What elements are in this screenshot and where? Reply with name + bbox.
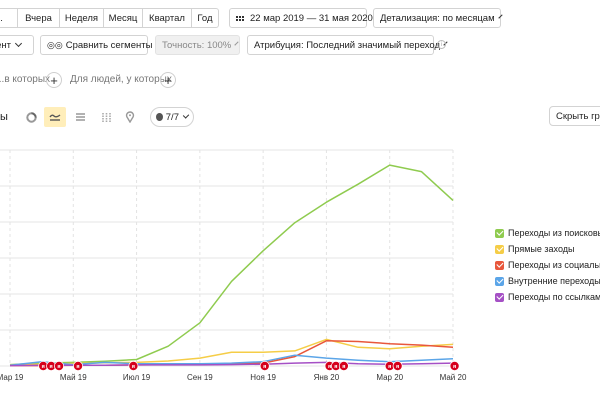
legend-checkbox[interactable]	[495, 260, 504, 270]
annotation-marker-label: я	[342, 364, 345, 370]
annotation-marker-label: я	[132, 364, 135, 370]
annotation-marker-label: я	[263, 364, 266, 370]
annotation-marker-label: я	[50, 364, 53, 370]
legend-item[interactable]: Переходы из поисковых	[495, 228, 600, 238]
period-month-button[interactable]: Месяц	[103, 8, 143, 28]
line-chart-icon[interactable]	[44, 107, 66, 127]
legend-item[interactable]: Переходы по ссылкам н	[495, 292, 600, 302]
date-range-label: 22 мар 2019 — 31 мая 2020	[250, 12, 373, 24]
map-pin-icon[interactable]	[120, 108, 140, 126]
attribution-dropdown[interactable]: Атрибуция: Последний значимый переход	[247, 35, 448, 55]
add-people-filter-button[interactable]: +	[160, 72, 176, 88]
legend-checkbox[interactable]	[495, 292, 504, 302]
chart-section-title: ы	[0, 111, 8, 123]
period-yesterday-button[interactable]: Вчера	[17, 8, 60, 28]
filter-visits-label: ...в которых	[0, 74, 51, 85]
hide-chart-button[interactable]: Скрыть гра...	[549, 106, 600, 126]
annotation-marker-label: я	[396, 364, 399, 370]
x-tick-label: Ноя 19	[250, 373, 276, 382]
legend-checkbox[interactable]	[495, 276, 504, 286]
annotation-marker-label: я	[42, 364, 45, 370]
legend-label: Внутренние переходы	[508, 276, 600, 286]
annotation-marker-label: я	[57, 364, 60, 370]
x-tick-label: Май 20	[440, 373, 467, 382]
date-range-button[interactable]: 22 мар 2019 — 31 мая 2020	[229, 8, 373, 28]
pie-chart-icon[interactable]	[21, 108, 41, 126]
period-today-button[interactable]: ...	[0, 8, 18, 28]
detail-label: Детализация: по месяцам	[380, 12, 495, 24]
compare-label: Сравнить сегменты	[65, 39, 153, 51]
series-line-1	[9, 164, 454, 366]
legend-label: Переходы из поисковых	[508, 228, 600, 238]
annotation-marker-label: я	[388, 364, 391, 370]
annotation-marker-label: я	[334, 364, 337, 370]
filter-people-label: Для людей, у которых	[70, 74, 172, 85]
compare-segments-dropdown[interactable]: ◎◎ Сравнить сегменты	[40, 35, 161, 55]
calendar-icon	[236, 15, 244, 21]
x-tick-label: Май 19	[60, 373, 87, 382]
legend-checkbox[interactable]	[495, 228, 504, 238]
annotation-marker-label: я	[328, 364, 331, 370]
period-year-button[interactable]: Год	[191, 8, 219, 28]
attribution-label: Атрибуция: Последний значимый переход	[254, 39, 441, 51]
stacked-chart-icon[interactable]	[70, 108, 90, 126]
chevron-down-icon	[234, 41, 239, 46]
legend-item[interactable]: Внутренние переходы	[495, 276, 600, 286]
legend-item[interactable]: Прямые заходы	[495, 244, 574, 254]
x-tick-label: Мар 19	[0, 373, 24, 382]
annotation-marker-label: я	[453, 364, 456, 370]
detail-dropdown[interactable]: Детализация: по месяцам	[373, 8, 503, 28]
annotation-marker-label: я	[76, 364, 79, 370]
x-tick-label: Сен 19	[187, 373, 213, 382]
segment-dropdown[interactable]: Сегмент	[0, 35, 34, 55]
legend-checkbox[interactable]	[495, 244, 504, 254]
accuracy-label: Точность: 100%	[162, 39, 232, 51]
add-visits-filter-button[interactable]: +	[46, 72, 62, 88]
info-icon[interactable]: i	[437, 40, 446, 49]
hide-chart-label: Скрыть гра...	[556, 110, 600, 122]
x-tick-label: Мар 20	[376, 373, 403, 382]
chevron-down-icon	[498, 14, 503, 19]
legend-label: Прямые заходы	[508, 244, 575, 254]
legend-label: Переходы по ссылкам н	[508, 292, 600, 302]
legend-item[interactable]: Переходы из социальн	[495, 260, 600, 270]
legend-label: Переходы из социальн	[508, 260, 600, 270]
chevron-down-icon	[14, 39, 23, 48]
comments-count: 7/7	[165, 111, 179, 123]
comments-dropdown[interactable]: 7/7	[150, 107, 194, 127]
bar-chart-icon[interactable]	[96, 108, 116, 126]
period-week-button[interactable]: Неделя	[59, 8, 104, 28]
x-tick-label: Июл 19	[123, 373, 151, 382]
period-quarter-button[interactable]: Квартал	[142, 8, 192, 28]
compare-icon: ◎◎	[47, 39, 63, 50]
chevron-down-icon	[182, 112, 190, 119]
x-tick-label: Янв 20	[314, 373, 340, 382]
comment-icon	[156, 113, 163, 121]
segment-label: Сегмент	[0, 39, 12, 51]
line-chart: яяяяяяяяяяяяМар 19Май 19Июл 19Сен 19Ноя …	[0, 149, 467, 382]
accuracy-dropdown: Точность: 100%	[155, 35, 240, 55]
